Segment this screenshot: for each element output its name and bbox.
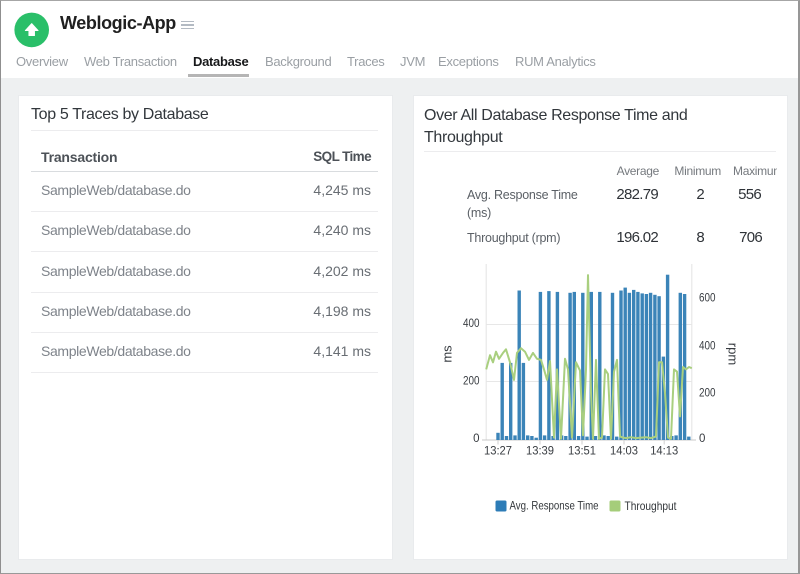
svg-text:200: 200 — [463, 376, 480, 388]
svg-text:14:13: 14:13 — [650, 444, 678, 458]
svg-text:400: 400 — [699, 341, 716, 353]
svg-text:14:03: 14:03 — [610, 444, 638, 458]
svg-text:400: 400 — [463, 318, 480, 330]
svg-text:Avg. Response Time: Avg. Response Time — [510, 499, 599, 513]
svg-text:Throughput: Throughput — [625, 499, 678, 513]
svg-text:0: 0 — [699, 433, 705, 445]
svg-text:13:51: 13:51 — [568, 444, 596, 458]
svg-text:13:39: 13:39 — [526, 444, 554, 458]
svg-text:ms: ms — [440, 345, 455, 363]
svg-text:200: 200 — [699, 388, 716, 400]
svg-text:rpm: rpm — [726, 343, 741, 365]
svg-text:13:27: 13:27 — [484, 444, 512, 458]
svg-text:600: 600 — [699, 293, 716, 305]
svg-text:0: 0 — [473, 433, 479, 445]
